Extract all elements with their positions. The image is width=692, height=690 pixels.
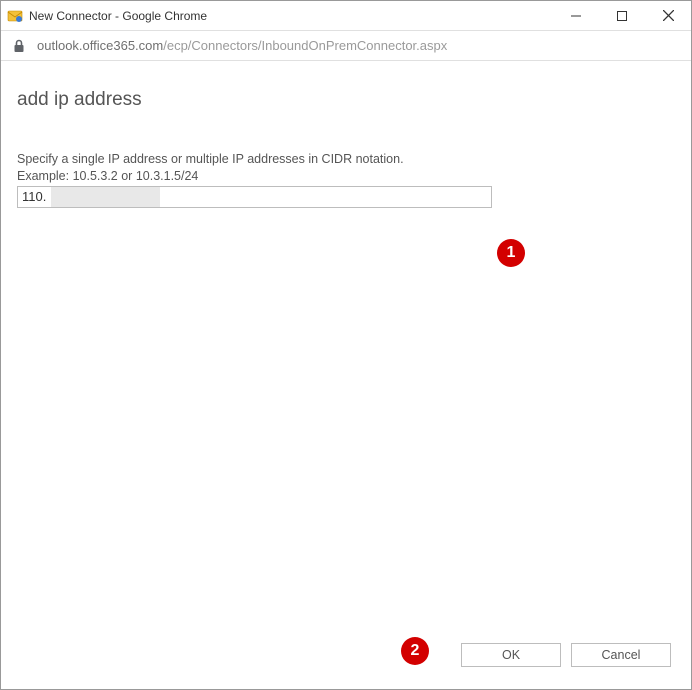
annotation-2: 2 xyxy=(401,637,429,665)
content-area: add ip address Specify a single IP addre… xyxy=(1,61,691,689)
instruction-text: Specify a single IP address or multiple … xyxy=(17,151,675,169)
close-button[interactable] xyxy=(645,1,691,31)
minimize-button[interactable] xyxy=(553,1,599,31)
ip-input-row xyxy=(17,186,675,208)
window-controls xyxy=(553,1,691,31)
dialog-buttons: OK Cancel xyxy=(461,643,671,667)
window-titlebar: New Connector - Google Chrome xyxy=(1,1,691,31)
app-icon xyxy=(7,8,23,24)
ok-button[interactable]: OK xyxy=(461,643,561,667)
maximize-button[interactable] xyxy=(599,1,645,31)
lock-icon xyxy=(13,39,27,53)
url-host: outlook.office365.com xyxy=(37,38,163,53)
cancel-button[interactable]: Cancel xyxy=(571,643,671,667)
page-title: add ip address xyxy=(17,89,675,111)
address-bar[interactable]: outlook.office365.com/ecp/Connectors/Inb… xyxy=(1,31,691,61)
window-title: New Connector - Google Chrome xyxy=(29,9,553,23)
example-text: Example: 10.5.3.2 or 10.3.1.5/24 xyxy=(17,169,675,183)
annotation-1: 1 xyxy=(497,239,525,267)
url-path: /ecp/Connectors/InboundOnPremConnector.a… xyxy=(163,38,447,53)
ip-address-input[interactable] xyxy=(17,186,492,208)
